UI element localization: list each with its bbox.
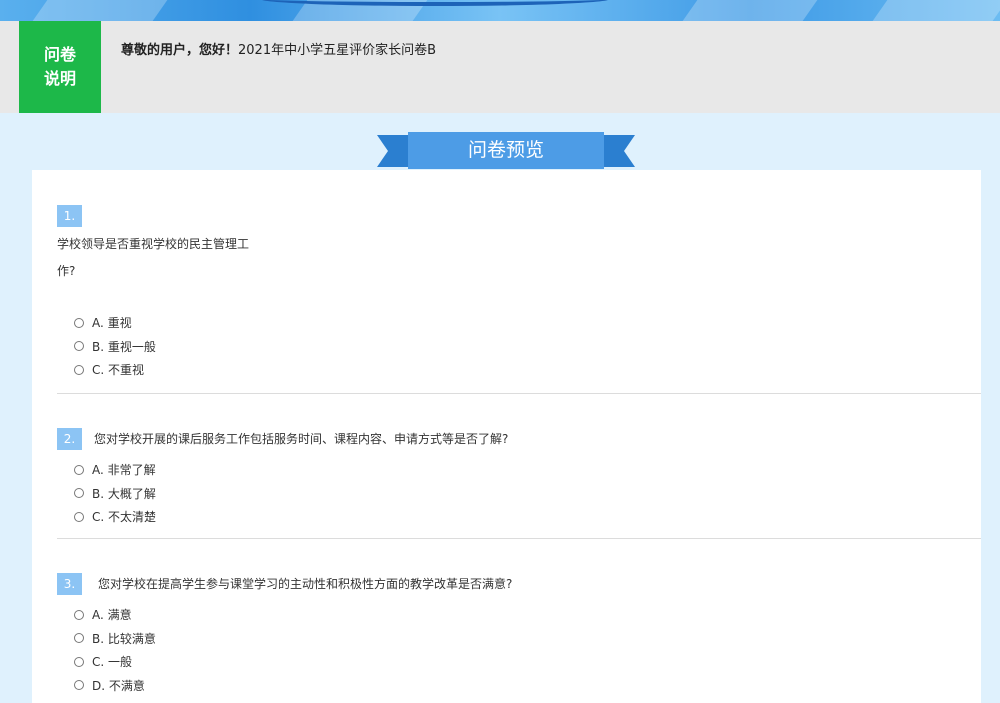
question-text: 您对学校开展的课后服务工作包括服务时间、课程内容、申请方式等是否了解? — [94, 432, 509, 446]
ribbon-label: 问卷预览 — [408, 132, 604, 169]
question-text: 学校领导是否重视学校的民主管理工 作? — [57, 231, 981, 285]
divider — [57, 393, 981, 394]
option-b[interactable]: B. 重视一般 — [57, 335, 981, 359]
option-label: A. 重视 — [92, 316, 132, 331]
question-text-line1: 学校领导是否重视学校的民主管理工 — [57, 237, 250, 251]
radio-button[interactable] — [74, 488, 84, 499]
option-b[interactable]: B. 比较满意 — [57, 627, 981, 651]
intro-text: 尊敬的用户，您好！2021年中小学五星评价家长问卷B — [121, 39, 436, 58]
top-banner — [0, 0, 1000, 21]
radio-button[interactable] — [74, 680, 84, 691]
radio-button[interactable] — [74, 317, 84, 328]
survey-title: 2021年中小学五星评价家长问卷B — [238, 43, 437, 58]
option-label: C. 不太清楚 — [92, 510, 157, 525]
option-a[interactable]: A. 重视 — [57, 311, 981, 335]
survey-card: 1. 学校领导是否重视学校的民主管理工 作? A. 重视 B. 重视一般 C. … — [32, 170, 981, 703]
question-text-line2: 作? — [57, 264, 76, 278]
option-label: A. 非常了解 — [92, 463, 156, 478]
intro-tag-line2: 说明 — [43, 69, 76, 88]
option-label: C. 一般 — [92, 655, 133, 670]
intro-panel: 问卷 说明 尊敬的用户，您好！2021年中小学五星评价家长问卷B — [0, 21, 1000, 113]
radio-button[interactable] — [74, 341, 84, 352]
option-list: A. 重视 B. 重视一般 C. 不重视 — [57, 311, 981, 382]
option-c[interactable]: C. 一般 — [57, 650, 981, 674]
radio-button[interactable] — [74, 609, 84, 620]
question-number: 3. — [57, 573, 82, 595]
radio-button[interactable] — [74, 464, 84, 475]
option-label: C. 不重视 — [92, 363, 145, 378]
option-list: A. 非常了解 B. 大概了解 C. 不太清楚 — [57, 458, 981, 529]
option-label: D. 不满意 — [92, 678, 145, 693]
question-text: 您对学校在提高学生参与课堂学习的主动性和积极性方面的教学改革是否满意? — [98, 577, 513, 591]
option-a[interactable]: A. 非常了解 — [57, 458, 981, 482]
radio-button[interactable] — [74, 656, 84, 667]
option-c[interactable]: C. 不太清楚 — [57, 505, 981, 529]
radio-button[interactable] — [74, 511, 84, 522]
option-list: A. 满意 B. 比较满意 C. 一般 D. 不满意 — [57, 603, 981, 697]
option-a[interactable]: A. 满意 — [57, 603, 981, 627]
option-label: B. 大概了解 — [92, 486, 156, 501]
option-label: B. 比较满意 — [92, 631, 156, 646]
option-label: B. 重视一般 — [92, 339, 156, 354]
question-2: 2. 您对学校开展的课后服务工作包括服务时间、课程内容、申请方式等是否了解? A… — [57, 428, 981, 529]
question-1: 1. 学校领导是否重视学校的民主管理工 作? A. 重视 B. 重视一般 C. … — [57, 205, 981, 382]
option-b[interactable]: B. 大概了解 — [57, 482, 981, 506]
question-number: 1. — [57, 205, 82, 227]
question-number: 2. — [57, 428, 82, 450]
divider — [57, 538, 981, 539]
preview-ribbon: 问卷预览 — [377, 132, 635, 169]
option-d[interactable]: D. 不满意 — [57, 674, 981, 698]
radio-button[interactable] — [74, 364, 84, 375]
greeting: 尊敬的用户，您好！ — [121, 43, 239, 58]
question-3: 3. 您对学校在提高学生参与课堂学习的主动性和积极性方面的教学改革是否满意? A… — [57, 573, 981, 697]
option-c[interactable]: C. 不重视 — [57, 358, 981, 382]
intro-tag: 问卷 说明 — [19, 21, 101, 113]
intro-tag-line1: 问卷 — [43, 45, 76, 64]
option-label: A. 满意 — [92, 608, 132, 623]
radio-button[interactable] — [74, 633, 84, 644]
